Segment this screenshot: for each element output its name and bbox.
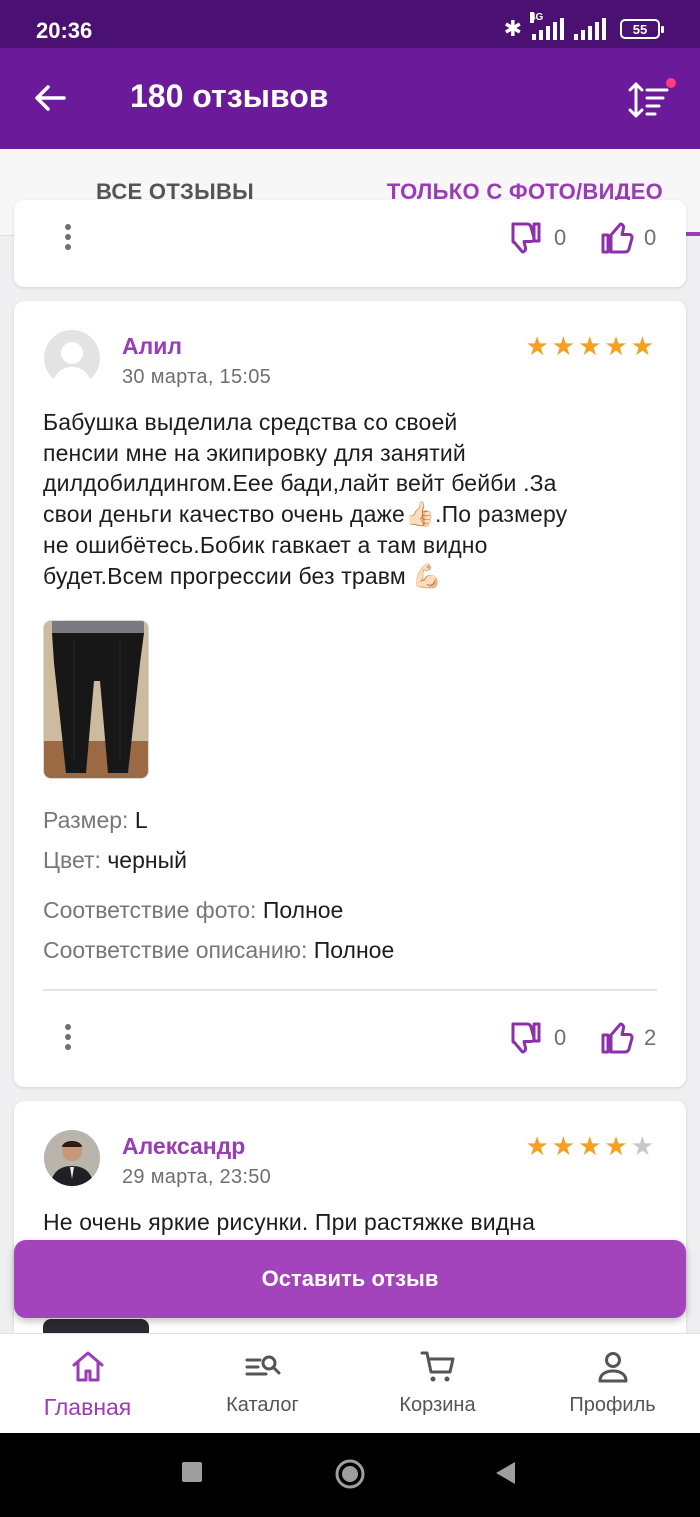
battery-level: 55 <box>632 21 648 37</box>
muscle-emoji: 💪🏻 <box>412 562 443 590</box>
review-author[interactable]: Александр <box>122 1133 245 1160</box>
sort-button[interactable] <box>626 78 676 122</box>
nav-profile-label: Профиль <box>569 1394 656 1416</box>
like-button[interactable]: 0 <box>598 220 656 256</box>
star-icon: ★ <box>551 1131 576 1161</box>
rating-stars: ★ ★ ★ ★ ★ <box>525 1133 654 1159</box>
catalog-search-icon <box>245 1355 280 1376</box>
circle-home-icon <box>335 1459 365 1489</box>
signal-icon <box>574 18 606 40</box>
status-bar: 20:36 ✱ 4G 55 <box>0 0 700 48</box>
status-time: 20:36 <box>36 18 93 43</box>
star-icon: ★ <box>525 331 549 361</box>
bottom-navigation: Главная Каталог Корзина Профиль <box>0 1333 700 1433</box>
battery-icon: 55 <box>620 19 664 39</box>
nav-catalog-label: Каталог <box>226 1394 299 1416</box>
default-user-icon <box>52 342 92 386</box>
network-type: 4G <box>530 12 544 23</box>
rating-stars: ★ ★ ★ ★ ★ <box>525 333 654 359</box>
photo-match-value: Полное <box>262 897 344 923</box>
star-icon: ★ <box>604 1131 628 1161</box>
size-row: Размер: L <box>43 807 148 833</box>
dislike-button[interactable]: 0 <box>508 220 566 256</box>
review-author[interactable]: Алил <box>122 333 182 360</box>
cart-icon <box>420 1351 454 1382</box>
review-text-line: пенсии мне на экипировку для занятий <box>43 439 466 466</box>
square-icon <box>182 1462 202 1482</box>
review-date: 29 марта, 23:50 <box>122 1166 272 1188</box>
star-empty-icon: ★ <box>630 1131 654 1161</box>
review-text-line: дилдобилдингом.Еее бади,лайт вейт бейби … <box>43 470 557 496</box>
more-options-icon[interactable] <box>63 1024 73 1050</box>
like-button[interactable]: 2 <box>598 1020 656 1056</box>
like-count: 2 <box>644 1025 657 1050</box>
review-text-line: свои деньги качество очень даже👍🏻.По раз… <box>43 500 568 528</box>
review-card: Алил 30 марта, 15:05 ★ ★ ★ ★ ★ Бабушка в… <box>14 301 686 1087</box>
dislike-count: 0 <box>554 1025 567 1050</box>
home-system-button[interactable] <box>334 1458 366 1495</box>
star-icon: ★ <box>604 331 628 361</box>
review-text-line: не ошибётесь.Бобик гавкает а там видно <box>43 532 488 558</box>
more-options-icon[interactable] <box>63 224 73 250</box>
leave-review-button[interactable]: Оставить отзыв <box>14 1240 686 1318</box>
nav-home-label: Главная <box>43 1394 132 1420</box>
like-count: 0 <box>644 225 657 250</box>
page-title: 180 отзывов <box>130 78 329 114</box>
divider <box>43 989 657 991</box>
thumbs-up-emoji: 👍🏻 <box>405 500 436 528</box>
star-icon: ★ <box>525 1131 549 1161</box>
nav-profile[interactable]: Профиль <box>525 1334 700 1433</box>
star-icon: ★ <box>630 331 654 361</box>
description-match-value: Полное <box>313 937 395 963</box>
thumbs-down-icon <box>511 222 541 254</box>
size-value: L <box>134 807 148 833</box>
dislike-button[interactable]: 0 <box>508 1020 566 1056</box>
user-photo-image <box>44 1130 100 1186</box>
system-navigation-bar <box>0 1433 700 1517</box>
review-card-previous: 0 0 <box>14 200 686 287</box>
color-row: Цвет: черный <box>43 847 187 873</box>
signal-4g-icon: 4G <box>530 12 564 40</box>
thumbs-up-icon <box>601 222 634 254</box>
arrow-left-icon <box>35 85 66 111</box>
photo-match-row: Соответствие фото: Полное <box>43 897 344 923</box>
thumbs-down-icon <box>511 1022 541 1054</box>
review-text-line: Бабушка выделила средства со своей <box>43 409 458 435</box>
review-photo[interactable] <box>43 620 149 779</box>
app-bar: 180 отзывов <box>0 48 700 149</box>
back-button[interactable] <box>30 78 70 118</box>
profile-icon <box>598 1352 627 1383</box>
thumbs-up-icon <box>601 1022 634 1054</box>
review-card-next: Александр 29 марта, 23:50 ★ ★ ★ ★ ★ Не о… <box>14 1101 686 1361</box>
star-icon: ★ <box>578 1131 602 1161</box>
review-text: Бабушка выделила средства со своей пенси… <box>43 407 663 592</box>
status-icons: ✱ 4G 55 <box>503 12 664 41</box>
triangle-back-icon <box>496 1462 515 1484</box>
leggings-photo-image <box>44 621 148 778</box>
review-date: 30 марта, 15:05 <box>122 366 272 388</box>
nav-cart-label: Корзина <box>399 1394 476 1416</box>
description-match-row: Соответствие описанию: Полное <box>43 937 395 963</box>
review-text: Не очень яркие рисунки. При растяжке вид… <box>43 1209 536 1235</box>
color-value: черный <box>107 847 187 873</box>
dislike-count: 0 <box>554 225 567 250</box>
avatar <box>44 330 100 386</box>
star-icon: ★ <box>578 331 602 361</box>
bluetooth-icon: ✱ <box>503 16 522 41</box>
review-text-line: будет.Всем прогрессии без травм 💪🏻 <box>43 562 443 590</box>
nav-catalog[interactable]: Каталог <box>175 1334 350 1433</box>
nav-home[interactable]: Главная <box>0 1334 175 1433</box>
home-icon <box>72 1351 103 1382</box>
recent-apps-button[interactable] <box>181 1461 203 1488</box>
back-system-button[interactable] <box>494 1461 516 1490</box>
star-icon: ★ <box>551 331 576 361</box>
avatar <box>44 1130 100 1186</box>
nav-cart[interactable]: Корзина <box>350 1334 525 1433</box>
sort-active-dot <box>666 78 676 88</box>
